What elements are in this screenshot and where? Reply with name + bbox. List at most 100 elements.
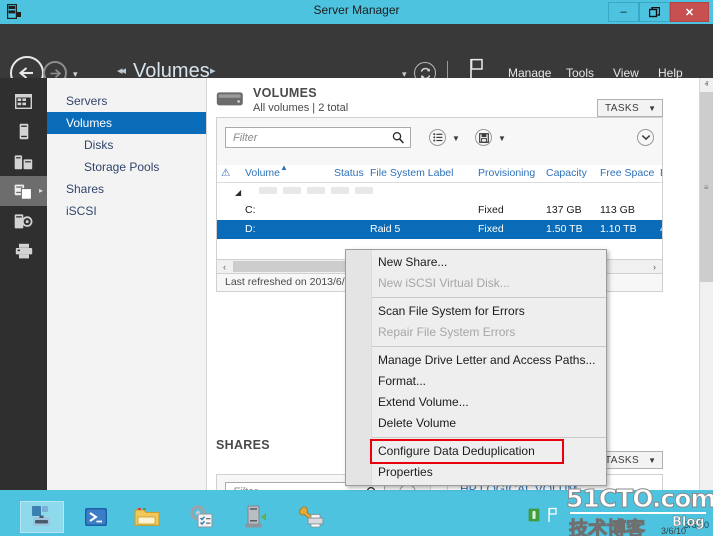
server-manager-window: Server Manager – ✕ ▾ ◂◂ Volumes ▸ ▾ Mana…	[0, 0, 713, 536]
server-config-icon	[190, 505, 213, 528]
column-header-provisioning[interactable]: Provisioning	[478, 167, 535, 179]
volumes-filter-input[interactable]: Filter	[225, 127, 411, 148]
save-query-caret[interactable]: ▼	[498, 134, 506, 143]
scroll-right-button[interactable]: ›	[647, 260, 662, 273]
list-view-caret[interactable]: ▼	[452, 134, 460, 143]
menu-item-scan-file-system-for-errors[interactable]: Scan File System for Errors	[346, 301, 606, 322]
close-button[interactable]: ✕	[670, 2, 709, 22]
page-vertical-scrollbar[interactable]: ⱏ ≡	[699, 78, 713, 490]
sidebar-item-servers[interactable]: Servers	[47, 90, 206, 112]
server-manager-icon	[32, 506, 50, 526]
volumes-section-subtitle: All volumes | 2 total	[253, 102, 349, 114]
printer-tool-icon	[299, 506, 324, 528]
breadcrumb-next-icon[interactable]: ▸	[210, 64, 216, 77]
menu-separator	[372, 297, 606, 298]
forward-arrow-icon	[50, 68, 61, 78]
powershell-icon	[85, 508, 107, 526]
menu-separator	[372, 346, 606, 347]
column-header-capacity[interactable]: Capacity	[546, 167, 587, 179]
volumes-grid: ⚠ Volume ▲ Status File System Label Prov…	[216, 165, 663, 259]
sidebar-item-disks[interactable]: Disks	[47, 134, 206, 156]
sidebar-item-shares[interactable]: Shares	[47, 178, 206, 200]
column-header-volume[interactable]: Volume	[245, 167, 280, 179]
cell-capacity: 137 GB	[546, 204, 582, 216]
taskbar-printer-tool[interactable]	[290, 501, 334, 533]
cell-capacity: 1.50 TB	[546, 223, 583, 235]
menu-item-repair-file-system-errors: Repair File System Errors	[378, 325, 516, 339]
volumes-section-title: VOLUMES	[253, 86, 317, 100]
navigation-bar: ▾ ◂◂ Volumes ▸ ▾ Manage Tools View Help	[0, 24, 713, 90]
menu-item-extend-volume[interactable]: Extend Volume...	[346, 392, 606, 413]
taskbar-deployment-tool[interactable]	[235, 501, 279, 533]
menu-item-manage-drive-letter-and-access-paths[interactable]: Manage Drive Letter and Access Paths...	[346, 350, 606, 371]
taskbar-powershell[interactable]	[74, 501, 118, 533]
flag-icon[interactable]	[547, 507, 559, 523]
clock[interactable]: 3/6/10	[684, 520, 709, 530]
shares-filter-placeholder: Filter	[233, 486, 257, 490]
column-header-free-space[interactable]: Free Space	[600, 167, 654, 179]
shares-subtitle-redacted	[216, 456, 312, 465]
scroll-up-button[interactable]: ⱏ	[700, 78, 713, 92]
menu-item-delete-volume[interactable]: Delete Volume	[346, 413, 606, 434]
save-query-icon[interactable]	[475, 129, 492, 146]
menu-item-properties[interactable]: Properties	[346, 462, 606, 483]
minimize-button[interactable]: –	[608, 2, 639, 22]
search-icon[interactable]	[366, 486, 379, 490]
network-icon[interactable]	[528, 508, 540, 522]
iscsi-icon[interactable]	[0, 206, 47, 236]
search-icon[interactable]	[392, 131, 405, 150]
volumes-grid-header: ⚠ Volume ▲ Status File System Label Prov…	[217, 165, 662, 183]
volume-icon	[216, 90, 246, 110]
volumes-group-row[interactable]: ◢	[217, 183, 662, 201]
table-row[interactable]: C: Fixed 137 GB 113 GB	[217, 201, 662, 220]
cell-volume: C:	[245, 204, 256, 216]
volumes-filter-placeholder: Filter	[233, 131, 258, 144]
menu-item-format[interactable]: Format...	[346, 371, 606, 392]
all-servers-icon[interactable]	[0, 146, 47, 176]
column-header-status[interactable]: Status	[334, 167, 364, 179]
sidebar-item-iscsi[interactable]: iSCSI	[47, 200, 206, 222]
sidebar-item-storage-pools[interactable]: Storage Pools	[47, 156, 206, 178]
maximize-button[interactable]	[639, 2, 670, 22]
file-explorer-icon	[134, 508, 160, 526]
taskbar-file-explorer[interactable]	[125, 501, 169, 533]
taskbar: 3/6/10	[0, 498, 713, 536]
volumes-tasks-button[interactable]: TASKS ▼	[597, 99, 663, 117]
column-header-file-system-label[interactable]: File System Label	[370, 167, 453, 179]
taskbar-server-config[interactable]	[180, 501, 224, 533]
strip-expand-arrow[interactable]: ▸	[39, 186, 43, 195]
scrollbar-thumb[interactable]: ≡	[700, 92, 713, 282]
taskbar-server-manager[interactable]	[20, 501, 64, 533]
table-row[interactable]: D: Raid 5 Fixed 1.50 TB 1.10 TB 42%	[217, 220, 662, 239]
scroll-left-button[interactable]: ‹	[217, 260, 232, 273]
local-server-icon[interactable]	[0, 116, 47, 146]
volumes-tasks-label: TASKS	[605, 102, 640, 114]
column-header-warning[interactable]: ⚠	[221, 167, 230, 179]
menu-item-configure-data-deduplication[interactable]: Configure Data Deduplication	[370, 439, 564, 464]
column-header-dedup[interactable]: Ded	[660, 167, 662, 179]
cell-provisioning: Fixed	[478, 223, 504, 235]
menu-item-new-iscsi-virtual-disk: New iSCSI Virtual Disk...	[378, 276, 510, 290]
group-expander-icon[interactable]: ◢	[235, 188, 241, 197]
volumes-collapse-button[interactable]	[637, 129, 654, 146]
group-label-redacted	[259, 187, 379, 194]
print-services-icon[interactable]	[0, 236, 47, 266]
list-view-icon[interactable]	[429, 129, 446, 146]
menu-item-new-share[interactable]: New Share...	[346, 252, 606, 273]
shares-section-title: SHARES	[216, 438, 270, 452]
sort-ascending-icon: ▲	[280, 165, 288, 172]
cell-file-system-label: Raid 5	[370, 223, 401, 235]
restore-icon	[649, 6, 660, 17]
tree-navigation: Servers Volumes Disks Storage Pools Shar…	[47, 78, 207, 490]
chevron-down-icon	[641, 135, 650, 141]
window-title: Server Manager	[313, 3, 400, 17]
breadcrumb-previous-icon[interactable]: ◂◂	[117, 64, 126, 77]
file-and-storage-services-icon[interactable]: ▸	[0, 176, 47, 206]
chevron-down-icon: ▼	[648, 455, 656, 465]
deployment-tool-icon	[245, 505, 266, 528]
scrollbar-grip: ≡	[703, 182, 710, 192]
dashboard-icon[interactable]	[0, 86, 47, 116]
cell-dedup-rate: 42%	[660, 223, 662, 235]
cell-volume: D:	[245, 223, 256, 235]
sidebar-item-volumes[interactable]: Volumes	[47, 112, 206, 134]
